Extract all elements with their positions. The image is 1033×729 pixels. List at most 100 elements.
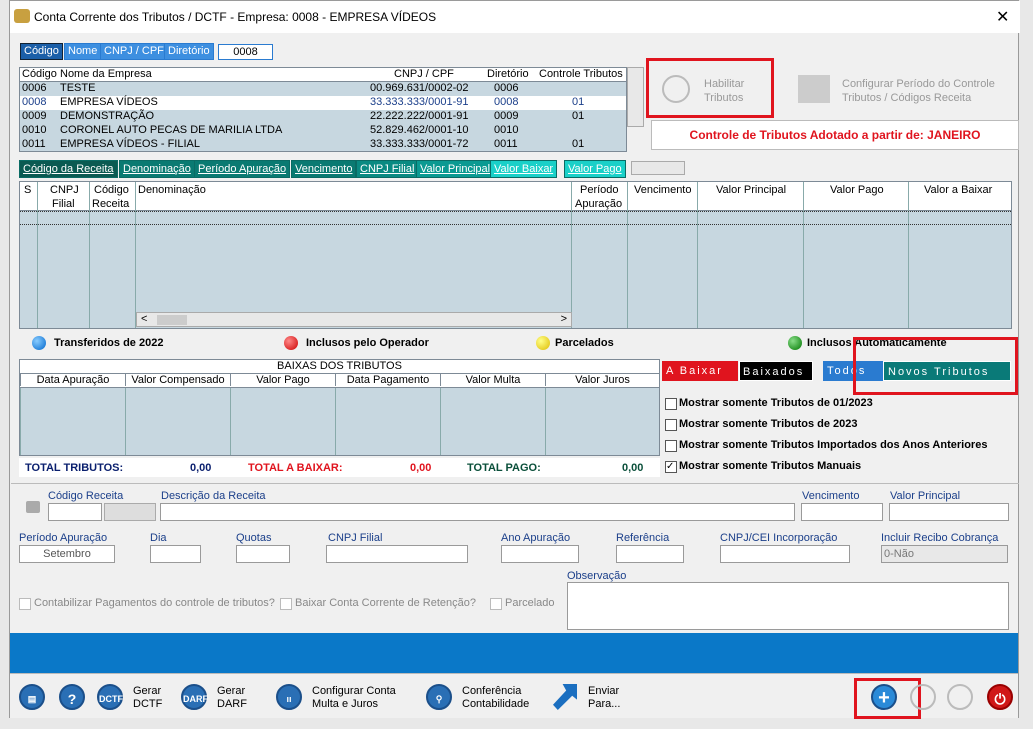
lookup-icon[interactable] [26, 501, 40, 513]
configurar-conta-button[interactable]: Configurar Conta Multa e Juros [312, 685, 396, 711]
sort-tab[interactable]: Código da Receita [19, 160, 118, 178]
tab-cnpj[interactable]: CNPJ / CPF [100, 43, 168, 60]
label-descricao: Descrição da Receita [161, 490, 266, 502]
sort-extra-box [631, 161, 685, 175]
dctf-icon[interactable]: DCTF [97, 684, 123, 710]
th-vencimento: Vencimento [634, 184, 692, 196]
gerar-darf-button[interactable]: Gerar DARF [217, 685, 247, 711]
sort-tab[interactable]: Valor Baixar [490, 160, 558, 178]
th-codigo: Código [94, 184, 129, 196]
darf-icon[interactable]: DARF [181, 684, 208, 710]
company-row[interactable]: 0006 TESTE 00.969.631/0002-02 0006 [20, 82, 626, 96]
habilitar-icon[interactable] [662, 75, 690, 103]
sort-tab[interactable]: Vencimento [291, 160, 357, 178]
total-pago-label: TOTAL PAGO: [467, 462, 541, 474]
observacao-textarea[interactable] [567, 582, 1009, 630]
tab-a-baixar[interactable]: A Baixar [662, 361, 738, 381]
company-row[interactable]: 0011 EMPRESA VÍDEOS - FILIAL 33.333.333/00… [20, 138, 626, 152]
vencimento-input[interactable] [801, 503, 883, 521]
sort-tab[interactable]: Valor Principal [416, 160, 495, 178]
sort-tab[interactable]: Período Apuração [194, 160, 291, 178]
company-row[interactable]: 0008 EMPRESA VÍDEOS 33.333.333/0001-91 0008… [20, 96, 626, 110]
search-input[interactable]: 0008 [218, 44, 273, 60]
habilitar-button[interactable]: Habilitar Tributos [704, 77, 744, 105]
company-cell: CORONEL AUTO PECAS DE MARILIA LTDA [60, 124, 283, 136]
company-cell: 52.829.462/0001-10 [370, 124, 469, 136]
baixar-conta-checkbox[interactable] [280, 598, 292, 610]
label-cnpj-filial: CNPJ Filial [328, 532, 383, 544]
baixas-grid[interactable]: BAIXAS DOS TRIBUTOS Data Apuração Valor C… [19, 359, 660, 456]
label-quotas: Quotas [236, 532, 272, 544]
filter-checkbox-label: Mostrar somente Tributos Importados dos … [679, 439, 988, 451]
app-icon [14, 9, 30, 23]
tributos-selected-row[interactable] [20, 211, 1011, 225]
tab-diretorio[interactable]: Diretório [164, 43, 214, 60]
quotas-stepper[interactable] [236, 545, 290, 563]
baixas-title: BAIXAS DOS TRIBUTOS [20, 360, 659, 374]
company-cell: 01 [572, 96, 585, 108]
codigo-receita-input[interactable] [48, 503, 102, 521]
printer-icon[interactable]: ▤ [19, 684, 45, 710]
label-observacao: Observação [567, 570, 627, 582]
sort-tab[interactable]: Denominação [119, 160, 195, 178]
configurar-button[interactable]: Configurar Período do Controle Tributos … [842, 77, 995, 105]
help-icon[interactable]: ? [59, 684, 85, 710]
gerar-dctf-button[interactable]: Gerar DCTF [133, 685, 162, 711]
filter-checkbox[interactable]: ✓ [665, 461, 677, 473]
company-cell: 0006 [22, 82, 47, 94]
sort-tab[interactable]: Valor Pago [564, 160, 626, 178]
companies-grid[interactable]: Código Nome da Empresa CNPJ / CPF Diretó… [19, 67, 627, 152]
company-row[interactable]: 0010 CORONEL AUTO PECAS DE MARILIA LTDA 52… [20, 124, 626, 138]
add-icon[interactable]: + [871, 684, 897, 710]
filter-checkbox[interactable] [665, 419, 677, 431]
configurar-icon[interactable] [798, 75, 830, 103]
companies-header: Código Nome da Empresa CNPJ / CPF Diretó… [20, 68, 626, 82]
filter-checkbox[interactable] [665, 440, 677, 452]
search-icon[interactable]: ⚲ [426, 684, 452, 710]
filter-checkbox[interactable] [665, 398, 677, 410]
edit-icon[interactable] [910, 684, 936, 710]
label-vencimento: Vencimento [802, 490, 860, 502]
tab-codigo[interactable]: Código [20, 43, 63, 60]
company-cell: 0008 [494, 96, 519, 108]
col-controle: Controle Tributos [539, 68, 623, 80]
close-icon[interactable]: ✕ [996, 7, 1009, 27]
green-dot-icon [788, 336, 802, 350]
company-cell: 0008 [22, 96, 47, 108]
ano-input[interactable] [501, 545, 579, 563]
valor-principal-input[interactable] [889, 503, 1009, 521]
incluir-select[interactable]: 0-Não [881, 545, 1008, 563]
yellow-dot-icon [536, 336, 550, 350]
red-dot-icon [284, 336, 298, 350]
sort-tab[interactable]: CNPJ Filial [356, 160, 419, 178]
cnpj-filial-input[interactable] [326, 545, 468, 563]
enviar-button[interactable]: Enviar Para... [588, 685, 620, 711]
tab-nome[interactable]: Nome [64, 43, 102, 60]
conferencia-button[interactable]: Conferência Contabilidade [462, 685, 529, 711]
dia-input[interactable] [150, 545, 201, 563]
company-cell: 33.333.333/0001-72 [370, 138, 469, 150]
cnpj-cei-input[interactable] [720, 545, 850, 563]
tab-baixados[interactable]: Baixados [739, 361, 813, 381]
companies-scrollbar[interactable] [627, 67, 644, 127]
power-icon[interactable]: ⏻ [987, 684, 1013, 710]
total-tributos-label: TOTAL TRIBUTOS: [25, 462, 124, 474]
status-band [10, 633, 1018, 673]
contabilizar-checkbox[interactable] [19, 598, 31, 610]
parcelado-label: Parcelado [505, 597, 555, 609]
delete-icon[interactable] [947, 684, 973, 710]
periodo-input[interactable]: Setembro [19, 545, 115, 563]
config-icon[interactable]: ıı [276, 684, 302, 710]
referencia-input[interactable] [616, 545, 684, 563]
baixas-col: Data Pagamento [335, 374, 440, 386]
descricao-input[interactable] [160, 503, 795, 521]
codigo-receita-aux [104, 503, 156, 521]
parcelado-checkbox[interactable] [490, 598, 502, 610]
col-nome: Nome da Empresa [60, 68, 152, 80]
contabilizar-label: Contabilizar Pagamentos do controle de t… [34, 597, 275, 609]
tributos-grid[interactable]: S CNPJ Filial Código Receita Denominação… [19, 181, 1012, 329]
tributos-hscroll[interactable]: < > [136, 312, 572, 327]
company-row[interactable]: 0009 DEMONSTRAÇÃO 22.222.222/0001-91 0009 01 [20, 110, 626, 124]
window-title: Conta Corrente dos Tributos / DCTF - Emp… [34, 10, 437, 24]
label-ano: Ano Apuração [501, 532, 571, 544]
